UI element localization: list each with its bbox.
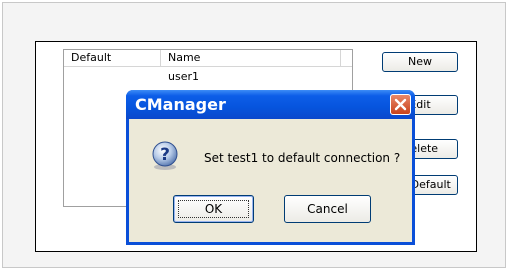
- list-item[interactable]: user1: [168, 70, 199, 84]
- column-header-name[interactable]: Name: [161, 50, 341, 66]
- close-icon: [394, 98, 407, 111]
- dialog-titlebar[interactable]: CManager: [126, 90, 415, 119]
- question-icon: ?: [152, 141, 178, 170]
- cancel-button[interactable]: Cancel: [284, 195, 371, 223]
- new-button[interactable]: New: [382, 52, 458, 72]
- confirm-dialog: CManager ? Set test1 to default connecti…: [126, 90, 415, 245]
- svg-text:?: ?: [160, 145, 170, 165]
- ok-button[interactable]: OK: [173, 195, 254, 223]
- column-header-default[interactable]: Default: [64, 50, 161, 66]
- dialog-message: Set test1 to default connection ?: [204, 151, 401, 165]
- list-header: Default Name: [64, 50, 352, 67]
- list-item-name: user1: [168, 70, 199, 83]
- dialog-title: CManager: [135, 95, 226, 114]
- close-button[interactable]: [390, 94, 411, 115]
